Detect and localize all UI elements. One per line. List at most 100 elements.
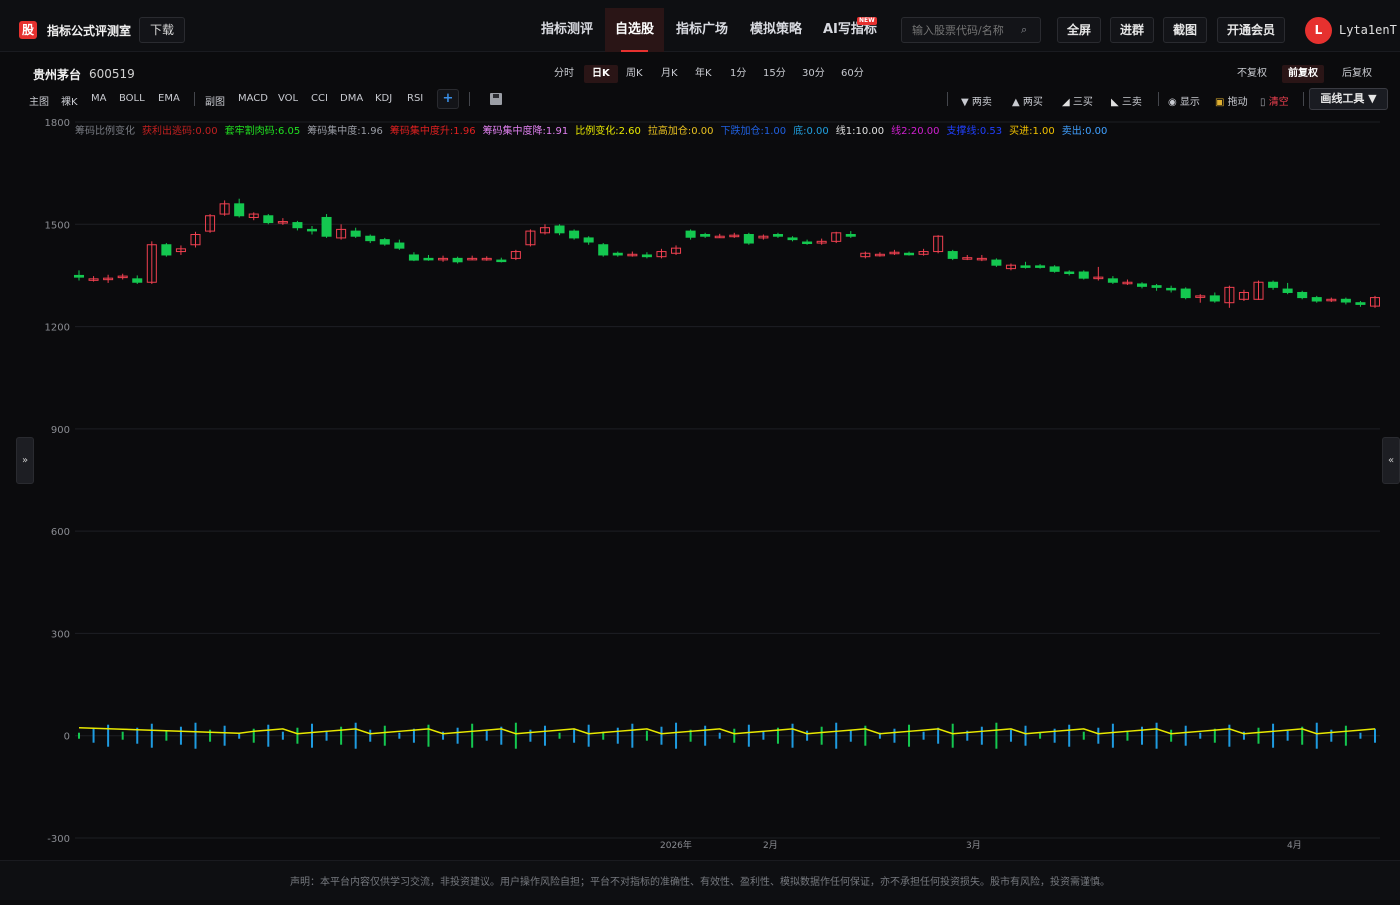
legend-entry: 拉高加仓:0.00 [648, 124, 714, 137]
save-icon[interactable] [490, 93, 502, 105]
candle-body [1151, 285, 1162, 288]
legend-entry: 筹码集中度升:1.96 [390, 124, 476, 137]
candle-body [408, 254, 419, 261]
indicator-tab-rsi[interactable]: RSI [407, 93, 423, 104]
trash-icon: ▯ [1260, 97, 1266, 108]
drawing-tools-button[interactable]: 画线工具 ▼ [1309, 88, 1388, 110]
x-tick-label: 2月 [763, 840, 778, 850]
candle-body [496, 259, 507, 263]
period-tab-yearly[interactable]: 年K [691, 65, 716, 83]
indicator-tab-vol[interactable]: VOL [278, 93, 298, 104]
fullscreen-button[interactable]: 全屏 [1057, 17, 1102, 43]
indicator-tab-kdj[interactable]: KDJ [375, 93, 392, 104]
tool-drag-label: 拖动 [1227, 97, 1248, 108]
indicator-tab-main[interactable]: 主图 [29, 93, 49, 108]
expand-left-panel-button[interactable]: » [16, 437, 34, 484]
nav-indicator-review[interactable]: 指标测评 [531, 8, 603, 52]
period-tab-30min[interactable]: 30分 [798, 65, 829, 83]
divider [1303, 92, 1304, 106]
legend-entry: 卖出:0.00 [1062, 124, 1108, 137]
period-tab-monthly[interactable]: 月K [657, 65, 682, 83]
legend-entry: 获利出逃码:0.00 [142, 124, 218, 137]
candle-body [1107, 278, 1118, 283]
tool-three-sell-label: 三卖 [1121, 97, 1142, 108]
tool-drag[interactable]: ▣ 拖动 [1215, 93, 1248, 108]
expand-right-panel-button[interactable]: « [1382, 437, 1400, 484]
y-tick-label: 1800 [45, 118, 70, 129]
period-tab-intraday[interactable]: 分时 [550, 65, 578, 83]
candle-body [598, 244, 609, 256]
tool-show[interactable]: ◉ 显示 [1168, 93, 1200, 108]
tool-clear-label: 清空 [1268, 97, 1289, 108]
indicator-tab-plain-k[interactable]: 裸K [61, 93, 78, 108]
period-tab-1min[interactable]: 1分 [726, 65, 750, 83]
divider [194, 92, 195, 106]
tool-three-buy-label: 三买 [1072, 97, 1093, 108]
tool-show-label: 显示 [1179, 97, 1200, 108]
candlestick-chart[interactable]: 1800 1500 1200 900 600 300 0 -300 2026年 2月 3月 4月 筹码比… [20, 112, 1380, 850]
legend-entry: 底:0.00 [793, 124, 829, 137]
indicator-tab-sub[interactable]: 副图 [205, 93, 225, 108]
nav-label: 指标测评 [541, 22, 594, 37]
adjust-tab-backward[interactable]: 后复权 [1336, 65, 1378, 83]
candle-body [394, 242, 405, 249]
new-badge: NEW [857, 17, 877, 25]
candle-body [947, 251, 958, 259]
avatar[interactable]: L [1305, 17, 1332, 44]
indicator-tab-dma[interactable]: DMA [340, 93, 363, 104]
candle-body [423, 257, 434, 261]
y-tick-label: 300 [51, 629, 70, 640]
legend-entry: 套牢割肉码:6.05 [225, 124, 301, 137]
tool-three-buy[interactable]: ◢ 三买 [1062, 93, 1093, 108]
indicator-tab-ema[interactable]: EMA [158, 93, 180, 104]
stock-search-input[interactable] [901, 17, 1041, 43]
period-tab-60min[interactable]: 60分 [837, 65, 868, 83]
candle-body [263, 215, 274, 224]
download-button[interactable]: 下载 [139, 17, 186, 43]
membership-button[interactable]: 开通会员 [1217, 17, 1286, 43]
candle-body [772, 234, 783, 237]
period-tab-15min[interactable]: 15分 [759, 65, 790, 83]
legend-entry: 下跌加仓:1.00 [720, 124, 786, 137]
stock-code: 600519 [89, 67, 135, 81]
candle-body [1311, 297, 1322, 302]
search-icon[interactable]: ⌕ [1021, 23, 1027, 37]
indicator-tab-cci[interactable]: CCI [311, 93, 328, 104]
x-tick-label: 2026年 [660, 839, 692, 850]
join-group-button[interactable]: 进群 [1110, 17, 1155, 43]
candle-body [132, 278, 143, 283]
tool-three-sell[interactable]: ◣ 三卖 [1111, 93, 1142, 108]
lock-icon: ▣ [1215, 97, 1225, 108]
indicator-tab-ma[interactable]: MA [91, 93, 106, 104]
legend-entry: 支撑线:0.53 [946, 124, 1002, 137]
eye-icon: ◉ [1168, 97, 1177, 108]
tool-two-buy[interactable]: ▲ 两买 [1012, 93, 1043, 108]
nav-watchlist[interactable]: 自选股 [605, 8, 664, 52]
indicator-tab-macd[interactable]: MACD [238, 93, 268, 104]
nav-ai-write-indicator[interactable]: AI写指标 NEW [813, 8, 887, 52]
indicator-line [78, 726, 1376, 735]
candle-body [1064, 271, 1075, 275]
period-tab-weekly[interactable]: 周K [622, 65, 647, 83]
username[interactable]: Lyta1enT [1339, 23, 1397, 37]
candle-body [612, 252, 623, 256]
tool-two-sell-label: ▼ 两卖 [961, 97, 992, 108]
indicator-tab-boll[interactable]: BOLL [119, 93, 145, 104]
screenshot-button[interactable]: 截图 [1163, 17, 1208, 43]
y-tick-label: 1200 [45, 323, 70, 334]
y-tick-label: 0 [64, 732, 70, 743]
adjust-tab-none[interactable]: 不复权 [1231, 65, 1273, 83]
tool-two-sell[interactable]: ▼ 两卖 [961, 93, 992, 108]
nav-simulation-strategy[interactable]: 模拟策略 [740, 8, 812, 52]
nav-indicator-square[interactable]: 指标广场 [666, 8, 738, 52]
divider [947, 92, 948, 106]
candle-body [1282, 288, 1293, 293]
disclaimer-footer: 声明：本平台内容仅供学习交流，非投资建议。用户操作风险自担；平台不对指标的准确性… [0, 860, 1400, 900]
candle-body [350, 230, 361, 237]
adjust-tab-forward[interactable]: 前复权 [1282, 65, 1324, 83]
tool-clear[interactable]: ▯ 清空 [1260, 93, 1289, 108]
x-tick-label: 3月 [966, 840, 981, 850]
period-tab-daily[interactable]: 日K [584, 65, 618, 83]
add-indicator-button[interactable]: + [437, 89, 459, 109]
x-tick-label: 4月 [1287, 840, 1302, 850]
